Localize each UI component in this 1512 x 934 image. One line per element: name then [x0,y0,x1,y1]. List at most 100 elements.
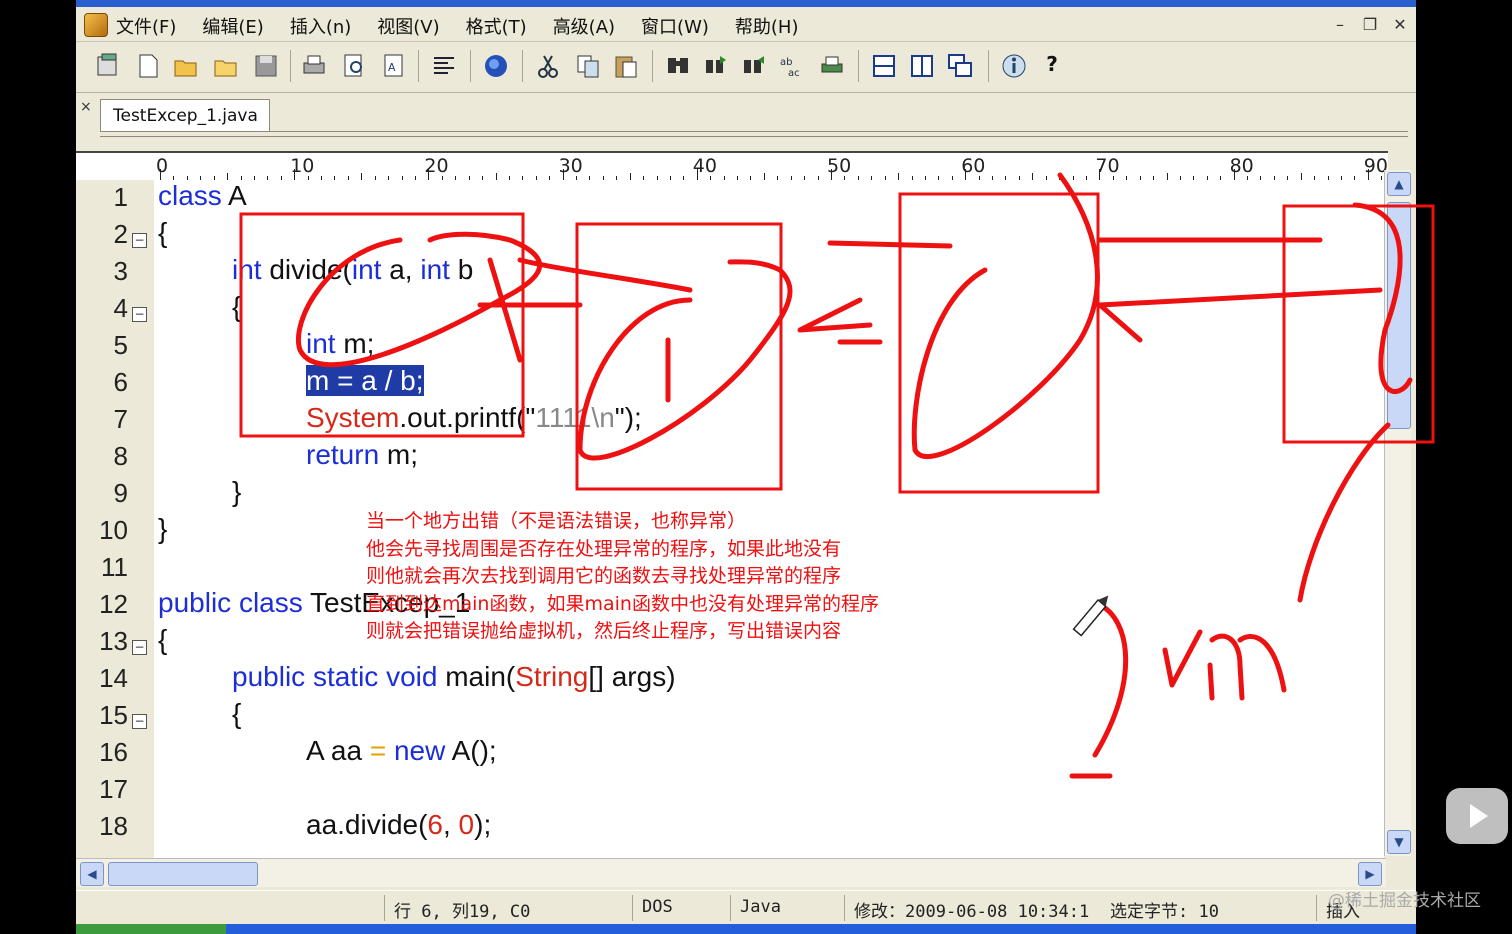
line-number: 17 [99,774,128,804]
print-icon[interactable] [300,52,328,80]
minimize-button[interactable]: – [1328,14,1352,36]
line-number: 10 [99,515,128,545]
line-number: 2 [113,219,128,249]
status-modified: 修改：2009-06-08 10:34:1 [854,902,1090,922]
svg-text:ab: ab [780,57,792,68]
line-number-gutter: 1 2−3 4−5 6 7 8 9 10 11 12 13−14 15−16 17 18 [76,180,154,858]
spell-check-icon[interactable]: A [380,52,408,80]
menu-bar: 文件(F) 编辑(E) 插入(n) 视图(V) 格式(T) 高级(A) 窗口(W… [76,7,1416,42]
line-number: 1 [113,182,128,212]
code-line-15: { [232,698,242,729]
find-next-icon[interactable] [702,52,730,80]
status-bar: 行 6, 列19, C0 DOS Java 修改：2009-06-08 10:3… [76,890,1416,925]
menu-edit[interactable]: 编辑(E) [202,13,263,39]
line-number: 4 [113,293,128,323]
status-position: 行 6, 列19, C0 [394,902,531,922]
new-file-icon[interactable] [134,52,162,80]
code-line-2: { [158,217,168,248]
restore-button[interactable]: ❐ [1358,14,1382,36]
scroll-left-icon[interactable]: ◀ [80,862,104,886]
scroll-up-icon[interactable]: ▲ [1387,172,1411,196]
toolbar: A ab ac ? [76,42,1416,93]
line-number: 8 [113,441,128,471]
app-icon[interactable] [84,13,108,37]
status-selected: 选定字节: 10 [1110,902,1219,922]
scroll-right-icon[interactable]: ▶ [1358,862,1382,886]
svg-text:ac: ac [788,68,800,79]
fold-toggle-icon[interactable]: − [132,714,147,729]
line-number: 9 [113,478,128,508]
column-ruler: 0 10 20 30 40 50 60 70 80 90 [76,151,1388,182]
line-number: 7 [113,404,128,434]
menu-window[interactable]: 窗口(W) [641,13,709,39]
cut-icon[interactable] [534,52,562,80]
code-line-5: int m; [306,328,375,359]
code-line-4: { [232,291,242,322]
cascade-icon[interactable] [946,52,974,80]
code-line-1: class A [158,180,247,211]
editor-window: 文件(F) 编辑(E) 插入(n) 视图(V) 格式(T) 高级(A) 窗口(W… [76,0,1416,934]
code-line-9: } [232,476,242,507]
close-button[interactable]: ✕ [1388,14,1412,36]
line-number: 18 [99,811,128,841]
line-number: 13 [99,626,128,656]
info-icon[interactable] [1000,52,1028,80]
new-project-icon[interactable] [94,52,122,80]
print-preview-icon[interactable] [340,52,368,80]
paste-icon[interactable] [612,52,640,80]
svg-text:A: A [388,61,396,74]
annotation-note: 当一个地方出错（不是语法错误，也称异常） 他会先寻找周围是否存在处理异常的程序，… [366,510,879,642]
code-line-6: m = a / b; [306,365,424,397]
open-folder-2-icon[interactable] [212,52,240,80]
split-vertical-icon[interactable] [908,52,936,80]
close-tab-icon[interactable]: × [80,99,92,115]
code-line-14: public static void main(String[] args) [232,661,676,692]
line-number: 12 [99,589,128,619]
line-number: 16 [99,737,128,767]
horizontal-scroll-thumb[interactable] [108,862,258,886]
help-icon[interactable]: ? [1038,52,1066,80]
watermark: @稀土掘金技术社区 [1328,891,1481,911]
find-icon[interactable] [664,52,692,80]
status-line-ending: DOS [642,897,673,917]
ruler-label: 0 [156,155,169,177]
tab-bar: × TestExcep_1.java [76,93,1416,151]
menu-file[interactable]: 文件(F) [116,13,176,39]
video-play-button[interactable] [1446,788,1508,844]
save-icon[interactable] [252,52,280,80]
find-prev-icon[interactable] [740,52,768,80]
menu-format[interactable]: 格式(T) [466,13,527,39]
start-button[interactable] [76,924,226,934]
replace-icon[interactable]: ab ac [778,52,806,80]
menu-advanced[interactable]: 高级(A) [553,13,615,39]
split-horizontal-icon[interactable] [870,52,898,80]
code-line-7: System.out.printf("1111\n"); [306,402,642,433]
vertical-scroll-thumb[interactable] [1387,202,1411,429]
line-number: 3 [113,256,128,286]
code-line-10: } [158,513,168,544]
status-language: Java [740,897,781,917]
copy-icon[interactable] [574,52,602,80]
code-line-3: int divide(int a, int b [232,254,474,285]
fold-toggle-icon[interactable]: − [132,307,147,322]
open-folder-icon[interactable] [172,52,200,80]
fold-toggle-icon[interactable]: − [132,640,147,655]
code-line-16: A aa = new A(); [306,735,497,766]
line-number: 11 [101,552,128,582]
taskbar [76,924,1416,934]
code-line-8: return m; [306,439,419,470]
code-editor[interactable]: class A { int divide(int a, int b { int … [154,180,1384,858]
print-2-icon[interactable] [818,52,846,80]
horizontal-scrollbar[interactable]: ◀ ▶ [76,858,1386,887]
menu-view[interactable]: 视图(V) [377,13,439,39]
selected-text: m = a / b; [306,365,424,396]
menu-help[interactable]: 帮助(H) [735,13,799,39]
line-number: 6 [113,367,128,397]
menu-insert[interactable]: 插入(n) [290,13,351,39]
vertical-scrollbar[interactable]: ▲ ▼ [1384,170,1411,856]
tab-testexcep[interactable]: TestExcep_1.java [100,99,270,131]
fold-toggle-icon[interactable]: − [132,233,147,248]
browser-icon[interactable] [482,52,510,80]
scroll-down-icon[interactable]: ▼ [1387,830,1411,854]
format-icon[interactable] [430,52,458,80]
